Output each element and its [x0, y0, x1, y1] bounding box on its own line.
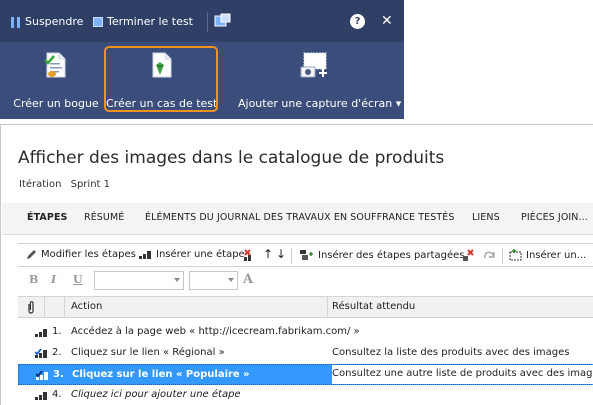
step-number: 4. — [52, 389, 62, 400]
toolbar-divider — [291, 248, 292, 264]
column-divider — [327, 297, 328, 318]
toolbar-divider — [502, 248, 503, 264]
stop-icon — [93, 17, 103, 27]
insert-shared-steps-button[interactable]: Insérer des étapes partagées — [300, 249, 464, 261]
table-row[interactable]: 2. Cliquez sur le lien « Régional » Cons… — [18, 343, 593, 364]
create-bug-label: Créer un bogue — [13, 97, 99, 110]
insert-step-button[interactable]: Insérer une étape — [139, 249, 245, 260]
window-mode-icon[interactable] — [214, 13, 232, 29]
add-screenshot-button[interactable]: Ajouter une capture d'écran ▾ — [230, 42, 402, 119]
iteration-label: Itération — [19, 179, 62, 190]
iteration-field: Itération Sprint 1 — [19, 179, 110, 190]
step-action[interactable]: Cliquez sur le lien « Régional » — [71, 347, 225, 358]
tab-attachments[interactable]: PIÈCES JOIN... — [521, 212, 588, 223]
insert-shared-steps-label: Insérer des étapes partagées — [318, 249, 465, 261]
test-runner-panel: Suspendre Terminer le test ? ✕ Créer un … — [0, 0, 404, 119]
steps-toolbar: Modifier les étapes Insérer une étape ↑ … — [18, 243, 593, 267]
tab-links[interactable]: LIENS — [472, 212, 500, 223]
step-bars-icon — [139, 251, 151, 259]
toolbar-divider — [207, 12, 208, 32]
paperclip-icon — [28, 301, 34, 314]
end-test-label: Terminer le test — [107, 15, 193, 28]
grid-header: Action Résultat attendu — [18, 296, 593, 318]
tab-bar: ÉTAPES RÉSUMÉ ÉLÉMENTS DU JOURNAL DES TR… — [2, 203, 593, 235]
font-family-select[interactable] — [94, 271, 184, 290]
add-screenshot-label: Ajouter une capture d'écran ▾ — [238, 97, 402, 110]
tab-summary[interactable]: RÉSUMÉ — [84, 212, 124, 223]
insert-more-label: Insérer un... — [526, 249, 587, 261]
tab-tested-backlog-items[interactable]: ÉLÉMENTS DU JOURNAL DES TRAVAUX EN SOUFF… — [145, 212, 455, 223]
close-icon[interactable]: ✕ — [381, 12, 393, 30]
insert-parameter-icon — [509, 249, 522, 261]
format-toolbar: B I U A — [18, 269, 593, 293]
column-divider — [64, 297, 65, 318]
delete-shared-steps-icon[interactable] — [461, 249, 475, 262]
move-down-icon[interactable]: ↓ — [276, 247, 286, 261]
chevron-down-icon — [174, 278, 180, 282]
redo-icon[interactable] — [483, 249, 496, 262]
pencil-icon — [27, 250, 36, 259]
column-header-expected-result[interactable]: Résultat attendu — [332, 301, 415, 312]
step-number: 1. — [52, 326, 62, 337]
page-title: Afficher des images dans le catalogue de… — [18, 148, 445, 168]
column-header-action[interactable]: Action — [71, 301, 102, 312]
step-bars-icon — [35, 329, 47, 337]
camera-screenshot-icon — [300, 52, 327, 78]
edit-steps-button[interactable]: Modifier les étapes — [26, 249, 136, 260]
add-step-placeholder[interactable]: Cliquez ici pour ajouter une étape — [71, 389, 241, 400]
tab-steps[interactable]: ÉTAPES — [27, 212, 67, 223]
chevron-down-icon[interactable]: ▾ — [396, 97, 402, 110]
underline-button[interactable]: U — [73, 273, 83, 286]
pause-button[interactable]: Suspendre — [11, 14, 83, 30]
help-icon[interactable]: ? — [350, 14, 365, 29]
shared-steps-icon — [300, 250, 313, 260]
pause-label: Suspendre — [25, 15, 84, 28]
table-row-new-step[interactable]: 4. Cliquez ici pour ajouter une étape — [18, 385, 593, 405]
step-number: 2. — [52, 347, 62, 358]
step-expected[interactable]: Consultez la liste des produits avec des… — [332, 347, 570, 358]
runner-top-bar: Suspendre Terminer le test ? ✕ — [0, 0, 404, 42]
italic-button[interactable]: I — [51, 273, 56, 286]
work-item-form: Afficher des images dans le catalogue de… — [0, 124, 593, 405]
insert-more-button[interactable]: Insérer un... — [509, 249, 586, 261]
bug-document-icon — [44, 52, 66, 78]
step-action[interactable]: Cliquez sur le lien « Populaire » — [72, 369, 250, 380]
end-test-button[interactable]: Terminer le test — [93, 14, 193, 30]
highlight-outline — [104, 46, 218, 112]
move-up-icon[interactable]: ↑ — [263, 247, 273, 261]
pause-icon — [11, 16, 21, 28]
step-bars-icon — [35, 392, 47, 400]
insert-step-label: Insérer une étape — [156, 249, 245, 260]
chevron-down-icon — [228, 278, 234, 282]
step-number: 3. — [53, 369, 64, 380]
table-row-selected[interactable]: 3. Cliquez sur le lien « Populaire » Con… — [18, 364, 593, 385]
delete-step-icon[interactable] — [243, 249, 256, 262]
step-expected[interactable]: Consultez une autre liste de produits av… — [332, 365, 593, 384]
bold-button[interactable]: B — [29, 273, 38, 286]
iteration-value[interactable]: Sprint 1 — [71, 179, 110, 190]
table-row[interactable]: 1. Accédez à la page web « http://icecre… — [18, 322, 593, 343]
edit-steps-label: Modifier les étapes — [41, 249, 136, 260]
create-bug-button[interactable]: Créer un bogue — [8, 42, 104, 119]
font-color-button[interactable]: A — [243, 272, 253, 287]
step-checked-icon — [36, 371, 48, 380]
step-checked-icon — [35, 349, 47, 358]
font-size-select[interactable] — [189, 271, 238, 290]
step-action[interactable]: Accédez à la page web « http://icecream.… — [71, 326, 360, 337]
column-divider — [44, 297, 45, 318]
